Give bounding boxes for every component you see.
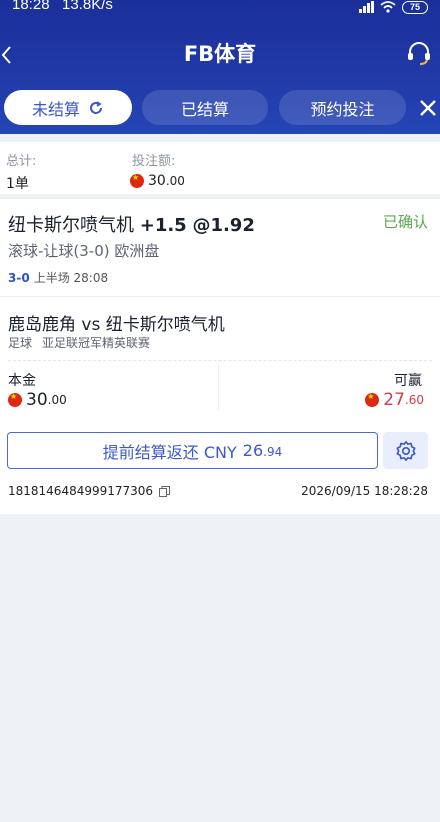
stake-total-label: 投注额: <box>132 154 176 169</box>
league-name: 亚足联冠军精英联赛 <box>42 336 151 350</box>
signal-icon <box>359 1 374 13</box>
status-network-rate: 13.8K/s <box>62 0 113 13</box>
cashout-label: 提前结算返还 CNY <box>102 442 237 462</box>
stake-total-int: 30 <box>148 173 166 189</box>
cashout-button[interactable]: 提前结算返还 CNY 26.94 <box>7 432 378 469</box>
live-score: 3-0 <box>8 271 30 285</box>
selection-handicap: +1.5 <box>139 215 187 236</box>
market-type: 滚球-让球(3-0) 欧洲盘 <box>8 242 160 260</box>
status-time: 18:28 <box>12 0 50 13</box>
bet-datetime: 2026/09/15 18:28:28 <box>301 484 428 498</box>
cny-flag-icon <box>8 392 22 407</box>
bet-selection: 纽卡斯尔喷气机 +1.5 @1.92 <box>8 211 255 237</box>
close-icon[interactable] <box>418 98 438 118</box>
tab-label: 已结算 <box>180 99 229 119</box>
cashout-settings-button[interactable] <box>383 432 428 469</box>
sport-name: 足球 <box>8 336 33 350</box>
bet-id-text: 1818146484999177306 <box>8 484 154 498</box>
divider <box>218 364 219 410</box>
tab-label: 未结算 <box>31 99 80 119</box>
potential-win-value: 27.60 <box>365 390 424 410</box>
battery-icon: 75 <box>402 0 428 14</box>
headset-icon[interactable] <box>406 40 432 66</box>
stake-dec: .00 <box>47 393 67 407</box>
stake-total-dec: .00 <box>165 174 185 188</box>
tab-label: 预约投注 <box>310 99 375 119</box>
cashout-int: 26 <box>242 441 264 460</box>
wifi-icon <box>380 1 396 13</box>
stake-int: 30 <box>26 390 48 410</box>
status-bar: 18:28 13.8K/s 75 <box>0 0 440 16</box>
bet-card: 纽卡斯尔喷气机 +1.5 @1.92 已确认 滚球-让球(3-0) 欧洲盘 3-… <box>0 199 440 514</box>
tab-unsettled[interactable]: 未结算 <box>4 90 132 125</box>
league-info: 足球 亚足联冠军精英联赛 <box>8 334 150 351</box>
gear-icon <box>395 440 416 461</box>
cny-flag-icon <box>365 392 380 407</box>
tab-bar: 未结算 已结算 预约投注 <box>0 90 440 126</box>
match-name: 鹿岛鹿角 vs 纽卡斯尔喷气机 <box>8 315 225 335</box>
win-int: 27 <box>383 390 405 410</box>
total-value: 1单 <box>6 176 29 192</box>
selection-team: 纽卡斯尔喷气机 <box>8 215 134 236</box>
selection-odds: @1.92 <box>192 215 255 236</box>
win-dec: .60 <box>404 393 424 407</box>
refresh-icon[interactable] <box>88 100 104 116</box>
divider <box>0 296 440 297</box>
status-icons: 75 <box>359 0 428 14</box>
cashout-dec: .94 <box>263 445 283 459</box>
bet-summary: 总计: 1单 投注额: 30.00 <box>0 142 440 194</box>
match-period: 上半场 28:08 <box>33 271 109 285</box>
stake-total-value: 30.00 <box>130 173 185 189</box>
status-badge: 已确认 <box>382 213 428 231</box>
copy-icon[interactable] <box>159 485 171 497</box>
stake-label: 本金 <box>8 373 36 389</box>
live-info: 3-0 上半场 28:08 <box>8 269 108 286</box>
tab-settled[interactable]: 已结算 <box>142 90 268 125</box>
potential-win-label: 可赢 <box>394 373 422 389</box>
total-label: 总计: <box>6 154 37 169</box>
cashout-amount: 26.94 <box>243 441 282 460</box>
stake-value: 30.00 <box>8 390 67 410</box>
bet-id: 1818146484999177306 <box>8 484 171 498</box>
divider <box>8 360 432 361</box>
cny-flag-icon <box>130 173 144 188</box>
tab-reserved-bets[interactable]: 预约投注 <box>279 90 406 125</box>
app-header: 18:28 13.8K/s 75 FB体育 未结算 已结算 预约投注 <box>0 0 440 134</box>
page-title: FB体育 <box>183 42 257 66</box>
